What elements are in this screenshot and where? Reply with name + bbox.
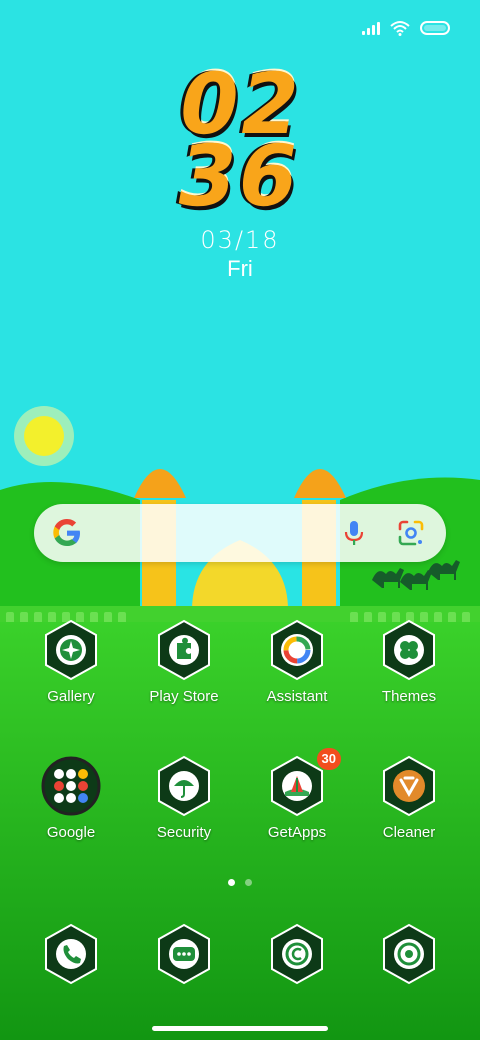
play-store-icon — [152, 618, 216, 682]
notification-badge: 30 — [316, 748, 341, 770]
camera-icon — [377, 922, 441, 986]
dock-camera[interactable] — [354, 922, 464, 986]
battery-icon — [420, 21, 450, 35]
app-label: GetApps — [267, 824, 327, 841]
signal-bars-icon — [362, 21, 380, 35]
google-g-icon — [53, 519, 80, 546]
app-assistant[interactable]: Assistant — [242, 618, 352, 705]
app-label: Assistant — [266, 688, 328, 705]
app-themes[interactable]: Themes — [354, 618, 464, 705]
sun-icon — [14, 406, 74, 466]
date-label: 03/18 — [200, 226, 280, 254]
app-label: Cleaner — [382, 824, 436, 841]
home-gesture-bar[interactable] — [152, 1026, 328, 1031]
app-cleaner[interactable]: Cleaner — [354, 754, 464, 841]
clock-minutes: 36 — [169, 127, 308, 225]
app-security[interactable]: Security — [129, 754, 239, 841]
messages-icon — [152, 922, 216, 986]
page-dot — [245, 879, 252, 886]
security-icon — [152, 754, 216, 818]
wifi-icon — [390, 21, 410, 36]
weekday-label: Fri — [227, 256, 253, 281]
app-label: Google — [46, 824, 96, 841]
google-folder-icon — [39, 754, 103, 818]
cleaner-icon — [377, 754, 441, 818]
google-lens-icon[interactable] — [396, 518, 426, 548]
gallery-icon — [39, 618, 103, 682]
app-label: Security — [156, 824, 212, 841]
app-play-store[interactable]: Play Store — [129, 618, 239, 705]
google-search-widget[interactable] — [34, 504, 446, 562]
app-gallery[interactable]: Gallery — [16, 618, 126, 705]
page-dot-active — [228, 879, 235, 886]
clock-widget[interactable]: 02 36 — [169, 55, 320, 232]
dock-browser[interactable] — [242, 922, 352, 986]
microphone-icon[interactable] — [339, 518, 369, 548]
dock-phone[interactable] — [16, 922, 126, 986]
app-label: Play Store — [149, 688, 219, 705]
app-label: Gallery — [47, 688, 95, 705]
app-label: Themes — [381, 688, 437, 705]
app-google-folder[interactable]: Google — [16, 754, 126, 841]
status-bar — [362, 14, 450, 42]
assistant-icon — [265, 618, 329, 682]
browser-icon — [265, 922, 329, 986]
dock-messages[interactable] — [129, 922, 239, 986]
page-indicator[interactable] — [228, 879, 252, 886]
home-screen: 02 36 03/18 Fri Gallery Play Store Assis… — [0, 0, 480, 1040]
themes-icon — [377, 618, 441, 682]
phone-icon — [39, 922, 103, 986]
getapps-icon: 30 — [265, 748, 341, 818]
app-getapps[interactable]: 30 GetApps — [242, 748, 352, 841]
